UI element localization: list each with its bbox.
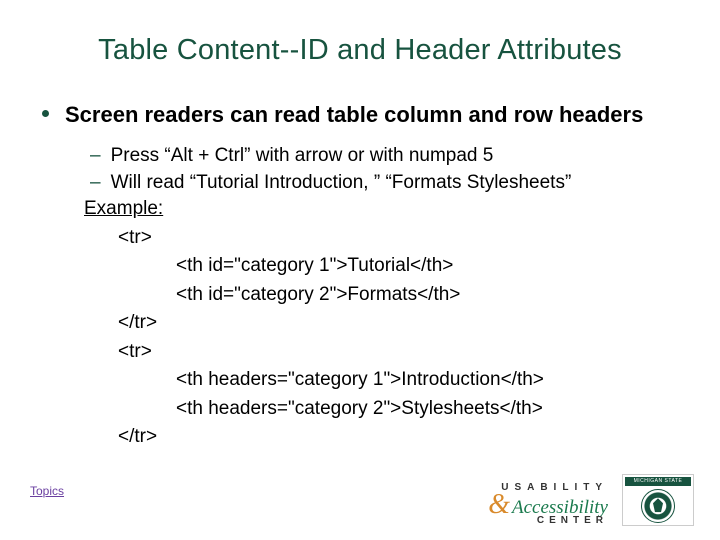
ampersand-icon: &	[488, 494, 510, 516]
sub-bullet-1: – Press “Alt + Ctrl” with arrow or with …	[90, 143, 680, 169]
footer-logos: USABILITY & Accessibility CENTER MICHIGA…	[488, 474, 694, 526]
dash-icon: –	[90, 170, 101, 196]
uac-row: & Accessibility	[488, 494, 608, 518]
topics-link[interactable]: Topics	[30, 484, 64, 498]
msu-bar-top: MICHIGAN STATE	[625, 477, 691, 486]
sub-bullet-2-text: Will read “Tutorial Introduction, ” “For…	[111, 170, 572, 196]
main-bullet: Screen readers can read table column and…	[42, 101, 680, 129]
usability-accessibility-center-logo: USABILITY & Accessibility CENTER	[488, 483, 608, 526]
slide: Table Content--ID and Header Attributes …	[0, 0, 720, 540]
bullet-icon	[42, 110, 49, 117]
code-example: <tr> <th id="category 1">Tutorial</th> <…	[118, 224, 680, 452]
bullet-text: Screen readers can read table column and…	[65, 101, 643, 129]
slide-title: Table Content--ID and Header Attributes	[40, 34, 680, 67]
code-line: <th id="category 2">Formats</th>	[176, 281, 680, 310]
example-label: Example:	[84, 198, 680, 220]
code-line: <tr>	[118, 224, 680, 253]
msu-logo: MICHIGAN STATE	[622, 474, 694, 526]
code-line: </tr>	[118, 423, 680, 452]
code-line: <th headers="category 1">Introduction</t…	[176, 366, 680, 395]
code-line: </tr>	[118, 309, 680, 338]
msu-seal-icon	[641, 489, 675, 523]
code-line: <th id="category 1">Tutorial</th>	[176, 252, 680, 281]
sub-bullet-2: – Will read “Tutorial Introduction, ” “F…	[90, 170, 680, 196]
dash-icon: –	[90, 143, 101, 169]
sub-bullet-list: – Press “Alt + Ctrl” with arrow or with …	[90, 143, 680, 196]
code-line: <th headers="category 2">Stylesheets</th…	[176, 395, 680, 424]
sub-bullet-1-text: Press “Alt + Ctrl” with arrow or with nu…	[111, 143, 494, 169]
code-line: <tr>	[118, 338, 680, 367]
